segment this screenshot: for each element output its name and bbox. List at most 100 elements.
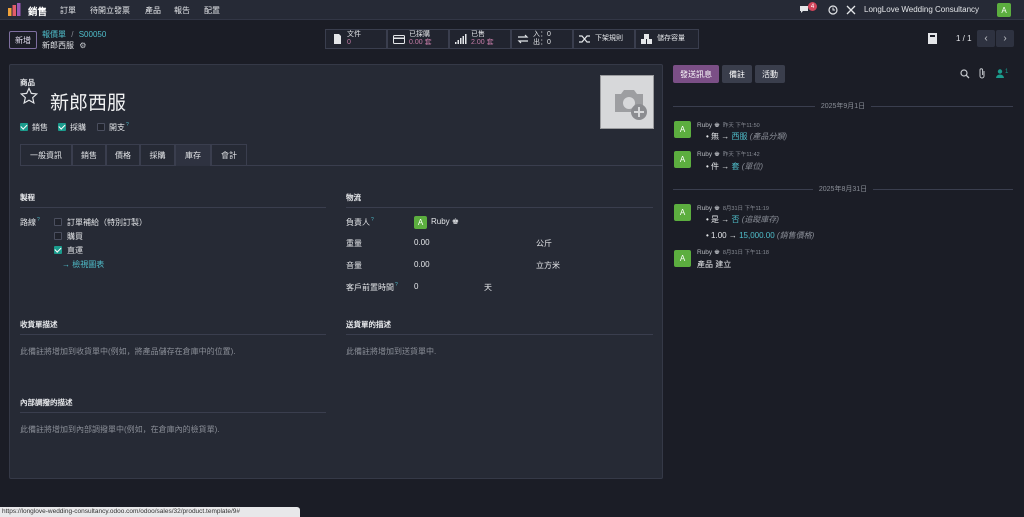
star-icon[interactable]	[20, 87, 38, 105]
gear-icon[interactable]: ⚙	[79, 41, 86, 50]
menu-to-invoice[interactable]: 待開立發票	[90, 5, 130, 16]
field-name: (追蹤庫存)	[741, 215, 780, 224]
search-icon[interactable]	[960, 69, 970, 79]
route-dropship-label: 直運	[67, 246, 83, 255]
crown-icon: ♚	[714, 249, 720, 256]
tab-general-info[interactable]: 一般資訊	[20, 144, 72, 166]
product-name-field[interactable]: 新郎西服	[50, 88, 126, 115]
author-name: Ruby	[697, 249, 713, 256]
view-diagram-text: 檢視圖表	[72, 260, 105, 269]
menu-orders[interactable]: 訂單	[60, 5, 76, 16]
breadcrumb-quotations[interactable]: 報價單	[42, 30, 66, 39]
product-image[interactable]	[600, 75, 654, 129]
tab-price[interactable]: 價格	[106, 144, 140, 166]
menu-reporting[interactable]: 報告	[174, 5, 190, 16]
route-mto-checkbox[interactable]	[54, 218, 62, 226]
help-tooltip-icon[interactable]: ?	[126, 122, 129, 128]
activity-button[interactable]: 活動	[755, 65, 785, 83]
route-dropship-checkbox[interactable]	[54, 246, 62, 254]
sale-ok-checkbox[interactable]	[20, 123, 28, 131]
tools-icon[interactable]	[846, 5, 856, 15]
receipt-description-title: 收貨單描述	[20, 319, 326, 335]
tab-inventory[interactable]: 庫存	[175, 144, 211, 166]
log-note-button[interactable]: 備註	[722, 65, 752, 83]
app-name[interactable]: 銷售	[28, 4, 47, 18]
date-separator: 2025年9月1日	[673, 101, 1014, 111]
storage-capacity-button[interactable]: 儲存容量	[635, 29, 699, 49]
tab-accounting[interactable]: 會計	[211, 144, 247, 166]
sold-stat-button[interactable]: 已售 2.00 套	[449, 29, 511, 49]
message-author: Ruby ♚ 昨天 下午11:42	[697, 150, 760, 158]
new-button[interactable]: 新增	[9, 31, 37, 49]
routes-label: 路線?	[20, 217, 40, 228]
volume-unit: 立方米	[536, 261, 560, 270]
help-tooltip-icon[interactable]: ?	[371, 217, 374, 223]
receipt-description-input[interactable]: 此備註將增加到收貨單中(例如，將產品儲存在倉庫中的位置).	[20, 346, 236, 357]
expense-label-text: 開支	[109, 123, 125, 132]
menu-configuration[interactable]: 配置	[204, 5, 220, 16]
message-author-avatar[interactable]: A	[674, 121, 691, 138]
lead-time-input[interactable]: 0	[414, 282, 418, 291]
volume-label: 音量	[346, 261, 362, 270]
crown-icon: ♚	[714, 205, 720, 212]
stat-value: 0.00 套	[409, 39, 432, 46]
message-author-avatar[interactable]: A	[674, 204, 691, 221]
date-separator-text: 2025年9月1日	[820, 103, 866, 110]
putaway-rules-button[interactable]: 下架規則	[573, 29, 635, 49]
field-name: (單位)	[741, 162, 764, 171]
record-name: 新郎西服	[42, 41, 74, 50]
tracking-value: • 是 → 否 (追蹤庫存)	[706, 215, 780, 224]
expense-checkbox[interactable]	[97, 123, 105, 131]
tracking-value: • 1.00 → 15,000.00 (銷售價格)	[706, 231, 815, 240]
send-message-button[interactable]: 發送訊息	[673, 65, 719, 83]
company-name[interactable]: LongLove Wedding Consultancy	[864, 5, 979, 14]
author-name: Ruby	[697, 122, 713, 129]
crown-icon: ♚	[714, 151, 720, 158]
lead-time-label-text: 客戶前置時間	[346, 283, 394, 292]
menu-products[interactable]: 產品	[145, 5, 161, 16]
weight-input[interactable]: 0.00	[414, 238, 430, 247]
weight-unit: 公斤	[536, 239, 552, 248]
pager-previous-button[interactable]: ‹	[977, 30, 995, 47]
responsible-label: 負責人?	[346, 217, 374, 228]
stat-label: 文件	[347, 31, 361, 38]
breadcrumb-order[interactable]: S00050	[79, 30, 107, 39]
delivery-description-input[interactable]: 此備註將增加到送貨單中.	[346, 346, 436, 357]
tab-sales[interactable]: 銷售	[72, 144, 106, 166]
logistics-section-title: 物流	[346, 192, 653, 208]
message-time: 8月31日 下午11:19	[722, 206, 769, 212]
volume-input[interactable]: 0.00	[414, 260, 430, 269]
message-author-avatar[interactable]: A	[674, 250, 691, 267]
documents-stat-button[interactable]: 文件 0	[325, 29, 387, 49]
camera-plus-icon	[615, 90, 647, 120]
lead-time-label: 客戶前置時間?	[346, 282, 398, 293]
help-tooltip-icon[interactable]: ?	[37, 217, 40, 223]
message-author: Ruby ♚ 8月31日 下午11:18	[697, 248, 769, 256]
view-diagram-link[interactable]: → 檢視圖表	[62, 259, 104, 270]
archive-icon[interactable]	[928, 33, 937, 44]
author-name: Ruby	[697, 205, 713, 212]
purchase-ok-checkbox[interactable]	[58, 123, 66, 131]
message-author-avatar[interactable]: A	[674, 151, 691, 168]
internal-description-title: 內部調撥的描述	[20, 397, 326, 413]
sales-app-icon[interactable]	[8, 3, 21, 16]
pager-next-button[interactable]: ›	[996, 30, 1014, 47]
route-buy-checkbox[interactable]	[54, 232, 62, 240]
in-out-stat-button[interactable]: 入：0 出：0	[511, 29, 573, 49]
tab-purchase[interactable]: 採購	[140, 144, 175, 166]
internal-description-input[interactable]: 此備註將增加到內部調撥單中(例如，在倉庫內的檢貨單).	[20, 424, 220, 435]
old-value: 無	[711, 132, 720, 141]
stat-label: 儲存容量	[657, 35, 685, 42]
follower-count: 1	[1005, 69, 1009, 75]
paperclip-icon[interactable]	[978, 68, 987, 79]
clock-icon[interactable]	[828, 5, 838, 15]
help-tooltip-icon[interactable]: ?	[395, 282, 398, 288]
purchased-stat-button[interactable]: 已採購 0.00 套	[387, 29, 449, 49]
message-author: Ruby ♚ 8月31日 下午11:19	[697, 204, 769, 212]
responsible-field[interactable]: Ruby ♚	[431, 217, 459, 226]
user-avatar[interactable]: A	[997, 3, 1011, 17]
routes-label-text: 路線	[20, 218, 36, 227]
pager-value[interactable]: 1 / 1	[956, 34, 972, 43]
field-name: (銷售價格)	[776, 231, 815, 240]
follower-icon[interactable]	[996, 69, 1004, 78]
